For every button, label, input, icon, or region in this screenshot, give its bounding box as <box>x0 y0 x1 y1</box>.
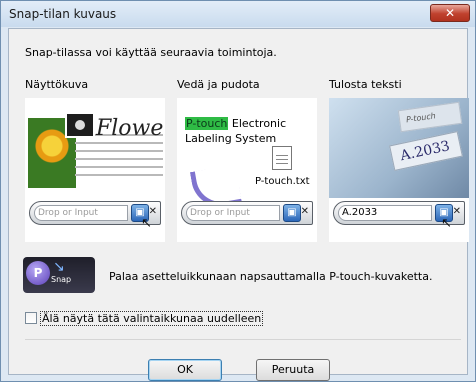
camera-icon <box>65 112 95 138</box>
ok-button[interactable]: OK <box>148 359 222 381</box>
dialog-window: Snap-tilan kuvaus ✕ Snap-tilassa voi käy… <box>0 0 476 382</box>
panel-screenshot: Flower Drop or Input ▣ ✕ ↖ <box>25 98 165 242</box>
title-bar: Snap-tilan kuvaus ✕ <box>1 1 475 27</box>
panel-label-drag-drop: Vedä ja pudota <box>177 78 260 91</box>
dont-show-again-checkbox[interactable] <box>25 312 37 324</box>
close-icon[interactable]: ✕ <box>301 206 309 217</box>
dont-show-again-row[interactable]: Älä näytä tätä valintaikkunaa uudelleen <box>25 311 264 326</box>
text-line2: Labeling System <box>185 132 277 145</box>
separator <box>25 339 461 340</box>
cursor-icon: ↖ <box>141 216 152 231</box>
drop-input-field[interactable]: Drop or Input <box>34 205 128 221</box>
panel-print-text: P-touch A.2033 A.2033 ▣ ✕ ↖ <box>329 98 469 242</box>
tape-top-text: P-touch <box>397 101 463 133</box>
return-instruction-text: Palaa asetteluikkunaan napsauttamalla P-… <box>109 270 433 283</box>
ptouch-sample-text: P-touch Electronic Labeling System <box>185 116 286 146</box>
snap-label: Snap <box>51 275 72 284</box>
snap-input-bar: Drop or Input ▣ ✕ <box>181 201 313 225</box>
ptouch-logo-icon: P <box>26 261 50 285</box>
intro-text: Snap-tilassa voi käyttää seuraavia toimi… <box>25 46 277 59</box>
tape-text: A.2033 <box>389 131 463 171</box>
text-input-field[interactable]: A.2033 <box>338 205 432 221</box>
print-button[interactable]: ▣ <box>283 204 301 222</box>
dialog-body: Snap-tilassa voi käyttää seuraavia toimi… <box>8 28 469 381</box>
text-line1-rest: Electronic <box>228 117 287 130</box>
label-tape-photo: P-touch A.2033 <box>329 98 469 198</box>
flower-text: Flower <box>96 116 165 141</box>
text-file-icon <box>272 146 292 170</box>
highlighted-text: P-touch <box>185 117 229 130</box>
close-button[interactable]: ✕ <box>430 4 470 22</box>
close-icon[interactable]: ✕ <box>453 206 461 217</box>
cursor-icon: ↖ <box>441 216 452 231</box>
printer-icon: ▣ <box>287 207 297 218</box>
dont-show-again-label[interactable]: Älä näytä tätä valintaikkunaa uudelleen <box>40 311 264 326</box>
panel-label-screenshot: Näyttökuva <box>25 78 89 91</box>
panel-label-print-text: Tulosta teksti <box>329 78 402 91</box>
ptouch-snap-icon: P ↘ Snap <box>23 257 95 293</box>
panel-drag-drop: P-touch Electronic Labeling System P-tou… <box>177 98 317 242</box>
close-icon: ✕ <box>444 6 456 20</box>
cancel-button[interactable]: Peruuta <box>256 359 330 381</box>
arrow-icon: ↘ <box>53 259 65 275</box>
drop-input-field[interactable]: Drop or Input <box>186 205 280 221</box>
window-title: Snap-tilan kuvaus <box>9 7 117 21</box>
file-name: P-touch.txt <box>255 176 310 187</box>
